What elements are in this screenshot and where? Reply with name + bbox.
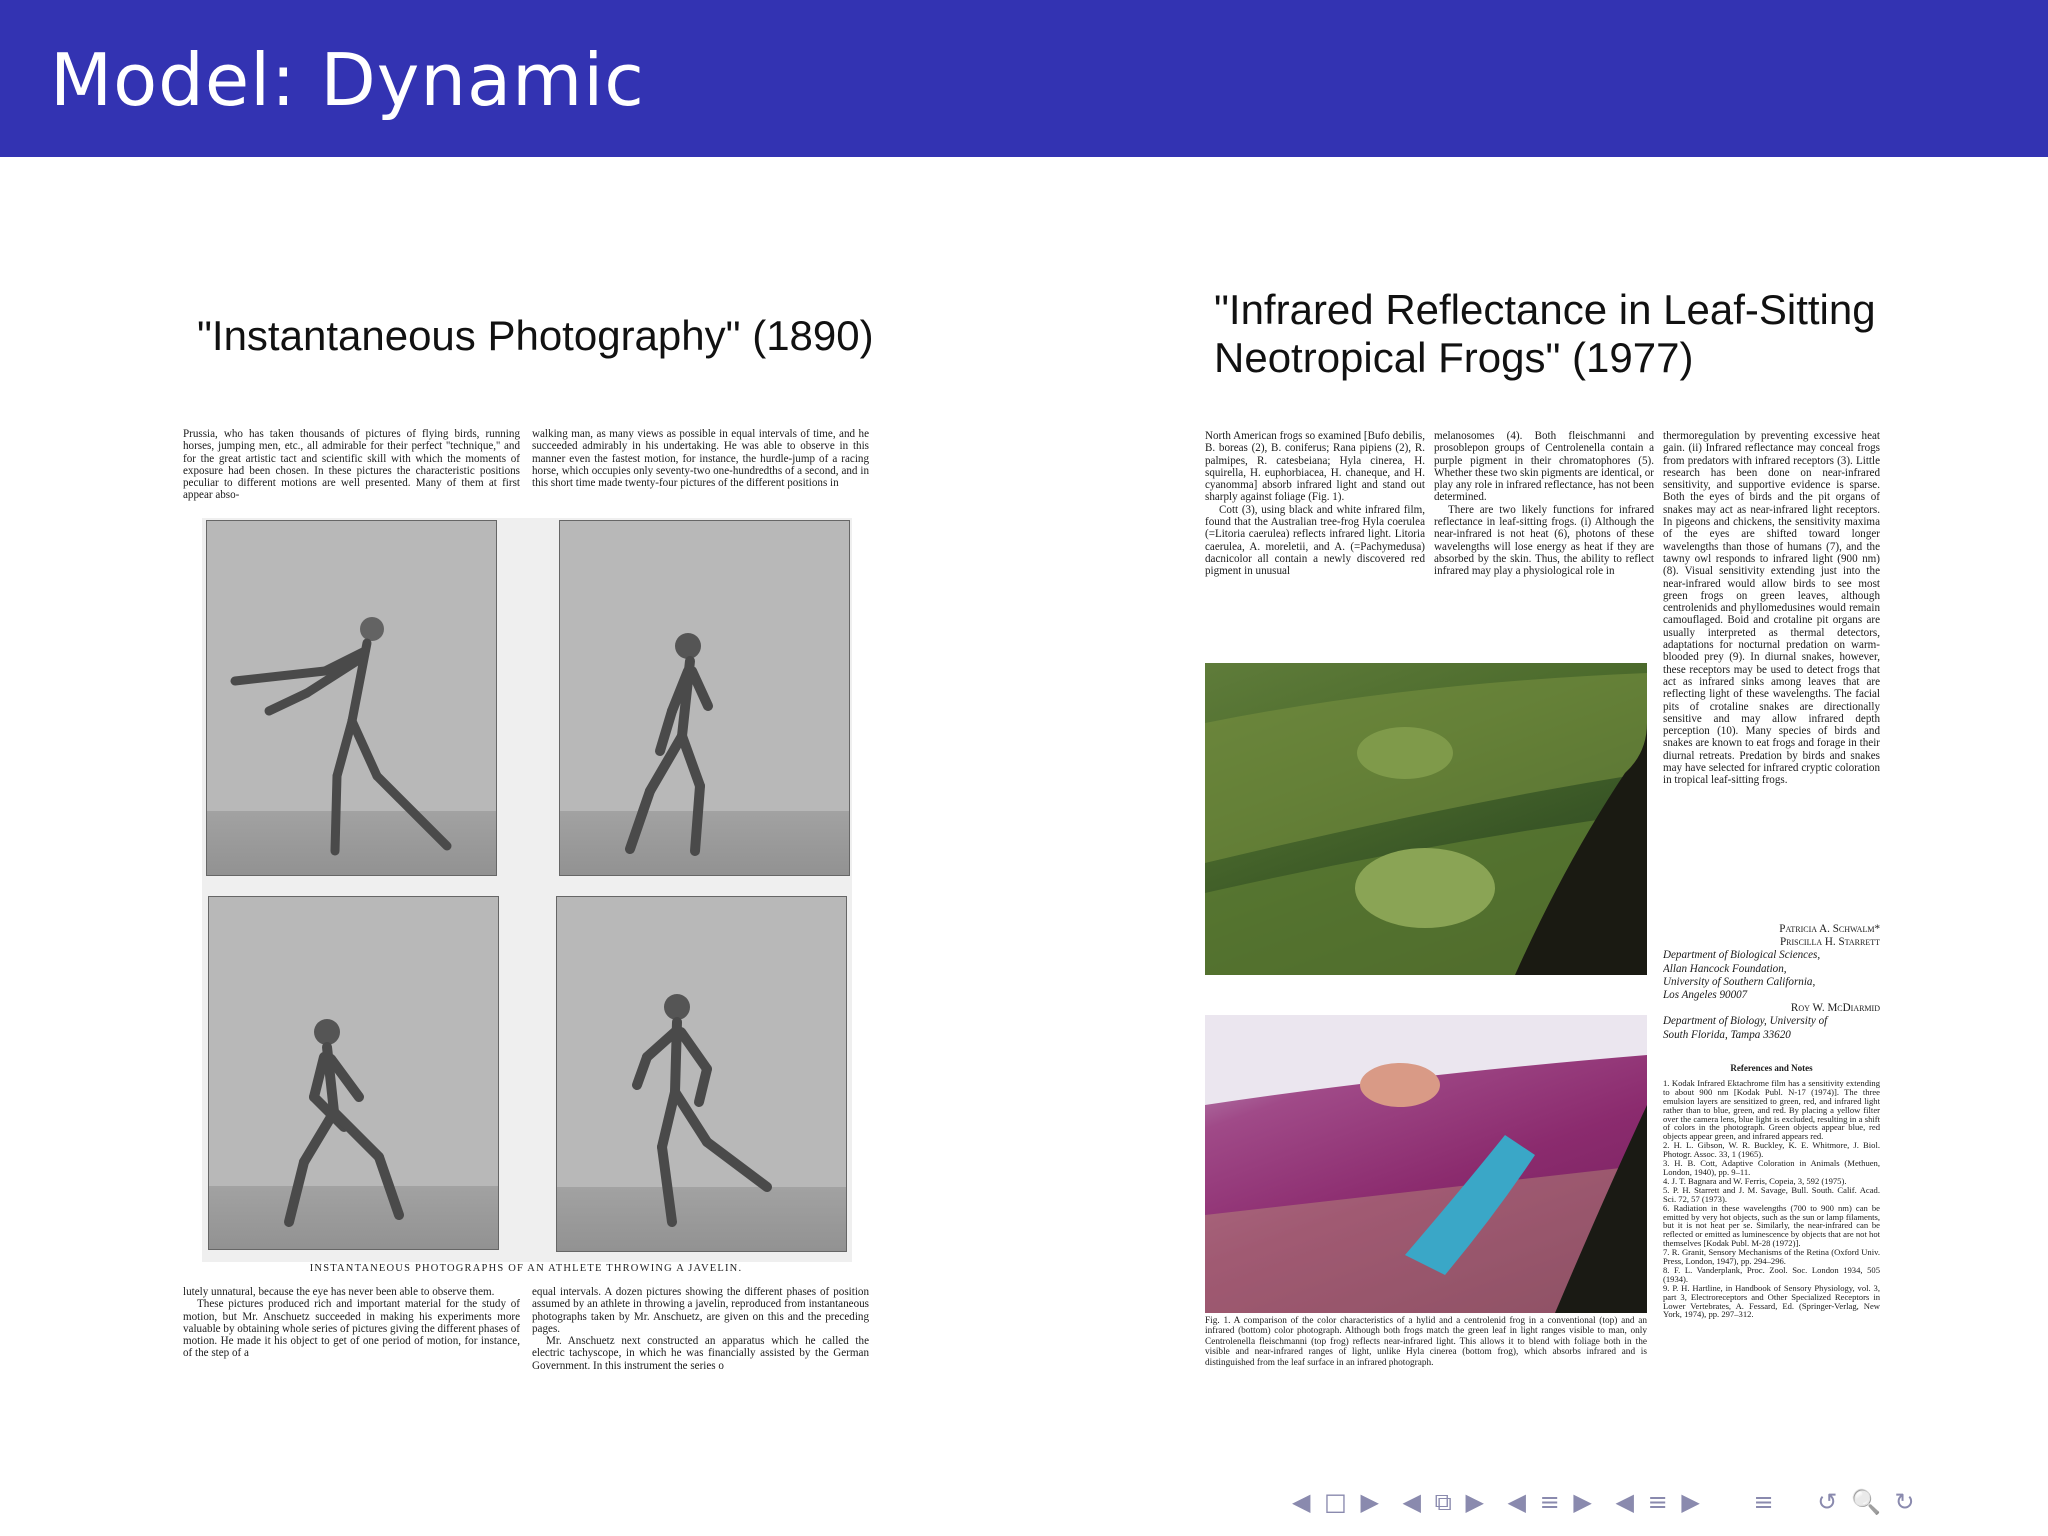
nav-search-icon[interactable]: 🔍 <box>1851 1488 1881 1516</box>
references-heading: References and Notes <box>1730 1063 1813 1073</box>
reference-item: 6. Radiation in these wavelengths (700 t… <box>1663 1202 1880 1249</box>
frame-title-bar: Model: Dynamic <box>0 0 2048 157</box>
right-article-page: North American frogs so examined [Bufo d… <box>1205 430 1880 1390</box>
right-col3-text: thermoregulation by preventing excessive… <box>1663 430 1880 787</box>
left-col4-para1: equal intervals. A dozen pictures showin… <box>532 1286 869 1335</box>
left-col3-para2: These pictures produced rich and importa… <box>183 1298 520 1360</box>
author-3: Roy W. McDiarmid <box>1790 1002 1880 1015</box>
nav-prev-document-icon[interactable]: ◀ <box>1616 1488 1634 1516</box>
frog-photo-visible <box>1205 663 1647 975</box>
left-col4-para2: Mr. Anschuetz next constructed an appara… <box>532 1335 869 1372</box>
left-text-col3: lutely unnatural, because the eye has ne… <box>183 1286 520 1382</box>
nav-next-section-icon[interactable]: ▶ <box>1573 1488 1591 1516</box>
nav-section-icon[interactable]: ≡ <box>1540 1488 1560 1516</box>
right-text-col3: thermoregulation by preventing excessive… <box>1663 430 1880 920</box>
right-col2-para1: melanosomes (4). Both fleischmanni and p… <box>1434 430 1654 504</box>
author-block: Patricia A. Schwalm* Priscilla H. Starre… <box>1663 923 1880 1073</box>
left-text-col1: Prussia, who has taken thousands of pict… <box>183 428 520 512</box>
left-text-col2: walking man, as many views as possible i… <box>532 428 869 512</box>
nav-subsection-icon[interactable]: ⧉ <box>1435 1488 1452 1516</box>
athlete-photo-1 <box>206 520 497 876</box>
left-article-page: Prussia, who has taken thousands of pict… <box>183 428 869 1386</box>
beamer-navigation: ◀ □ ▶ ◀ ⧉ ▶ ◀ ≡ ▶ ◀ ≡ ▶ ≡ ↺ 🔍 ↻ <box>1292 1488 1921 1524</box>
frog-photo-visible-art <box>1205 673 1647 975</box>
reference-item: 5. P. H. Starrett and J. M. Savage, Bull… <box>1663 1184 1880 1204</box>
left-col1-text: Prussia, who has taken thousands of pict… <box>183 428 520 502</box>
nav-prev-frame-icon[interactable]: ◀ <box>1292 1488 1310 1516</box>
reference-item: 9. P. H. Hartline, in Handbook of Sensor… <box>1663 1282 1880 1320</box>
reference-item: 1. Kodak Infrared Ektachrome film has a … <box>1663 1077 1880 1142</box>
right-col1-para1: North American frogs so examined [Bufo d… <box>1205 430 1425 504</box>
athlete-photo-4 <box>556 896 847 1252</box>
right-heading: "Infrared Reflectance in Leaf-Sitting Ne… <box>1214 286 1876 382</box>
right-heading-line1: "Infrared Reflectance in Leaf-Sitting <box>1214 286 1876 333</box>
reference-item: 2. H. L. Gibson, W. R. Buckley, K. E. Wh… <box>1663 1140 1880 1160</box>
athlete-figure <box>284 1019 404 1227</box>
left-heading: "Instantaneous Photography" (1890) <box>197 312 874 359</box>
right-col2-para2: There are two likely functions for infra… <box>1434 503 1654 578</box>
figure-caption-text: Fig. 1. A comparison of the color charac… <box>1205 1316 1647 1368</box>
reference-item: 3. H. B. Cott, Adaptive Coloration in An… <box>1663 1158 1880 1177</box>
references: References and Notes 1. Kodak Infrared E… <box>1663 1062 1880 1390</box>
frog-photo-infrared <box>1205 1015 1647 1313</box>
nav-back-icon[interactable]: ↺ <box>1817 1488 1837 1516</box>
right-text-col1: North American frogs so examined [Bufo d… <box>1205 430 1425 638</box>
athlete-figure <box>230 617 452 856</box>
affiliation-line: South Florida, Tampa 33620 <box>1663 1028 1791 1041</box>
left-text-col4: equal intervals. A dozen pictures showin… <box>532 1286 869 1382</box>
athlete-photo-2 <box>559 520 850 876</box>
right-col1-para2: Cott (3), using black and white infrared… <box>1205 503 1425 578</box>
left-col2-text: walking man, as many views as possible i… <box>532 428 869 490</box>
nav-frame-icon[interactable]: □ <box>1324 1488 1347 1516</box>
affiliation-line: Los Angeles 90007 <box>1663 989 1748 1002</box>
affiliation-line: Department of Biology, University of <box>1663 1015 1828 1028</box>
author-1: Patricia A. Schwalm* <box>1779 923 1880 935</box>
nav-prev-section-icon[interactable]: ◀ <box>1508 1488 1526 1516</box>
nav-next-frame-icon[interactable]: ▶ <box>1360 1488 1378 1516</box>
right-text-col2: melanosomes (4). Both fleischmanni and p… <box>1434 430 1654 638</box>
nav-next-subsection-icon[interactable]: ▶ <box>1465 1488 1483 1516</box>
left-col3-para1: lutely unnatural, because the eye has ne… <box>183 1286 495 1298</box>
affiliation-line: University of Southern California, <box>1663 975 1816 988</box>
affiliation-line: Allan Hancock Foundation, <box>1663 962 1787 975</box>
athlete-figure <box>625 633 713 856</box>
nav-appendix-icon[interactable]: ≡ <box>1753 1488 1773 1516</box>
author-2: Priscilla H. Starrett <box>1779 936 1880 949</box>
nav-forward-icon[interactable]: ↻ <box>1895 1488 1915 1516</box>
affiliation-line: Department of Biological Sciences, <box>1663 949 1821 962</box>
athlete-photo-3 <box>208 896 499 1250</box>
athlete-figure <box>632 994 772 1227</box>
nav-prev-subsection-icon[interactable]: ◀ <box>1403 1488 1421 1516</box>
figure-caption: Fig. 1. A comparison of the color charac… <box>1205 1316 1647 1390</box>
reference-item: 8. F. L. Vanderplank, Proc. Zool. Soc. L… <box>1663 1264 1880 1284</box>
nav-next-document-icon[interactable]: ▶ <box>1681 1488 1699 1516</box>
right-heading-line2: Neotropical Frogs" (1977) <box>1214 334 1694 381</box>
reference-item: 7. R. Granit, Sensory Mechanisms of the … <box>1663 1247 1880 1267</box>
frame-title: Model: Dynamic <box>50 38 645 122</box>
nav-document-icon[interactable]: ≡ <box>1648 1488 1668 1516</box>
frog-photo-infrared-art <box>1205 1015 1647 1313</box>
javelin-caption: INSTANTANEOUS PHOTOGRAPHS OF AN ATHLETE … <box>309 1263 743 1274</box>
